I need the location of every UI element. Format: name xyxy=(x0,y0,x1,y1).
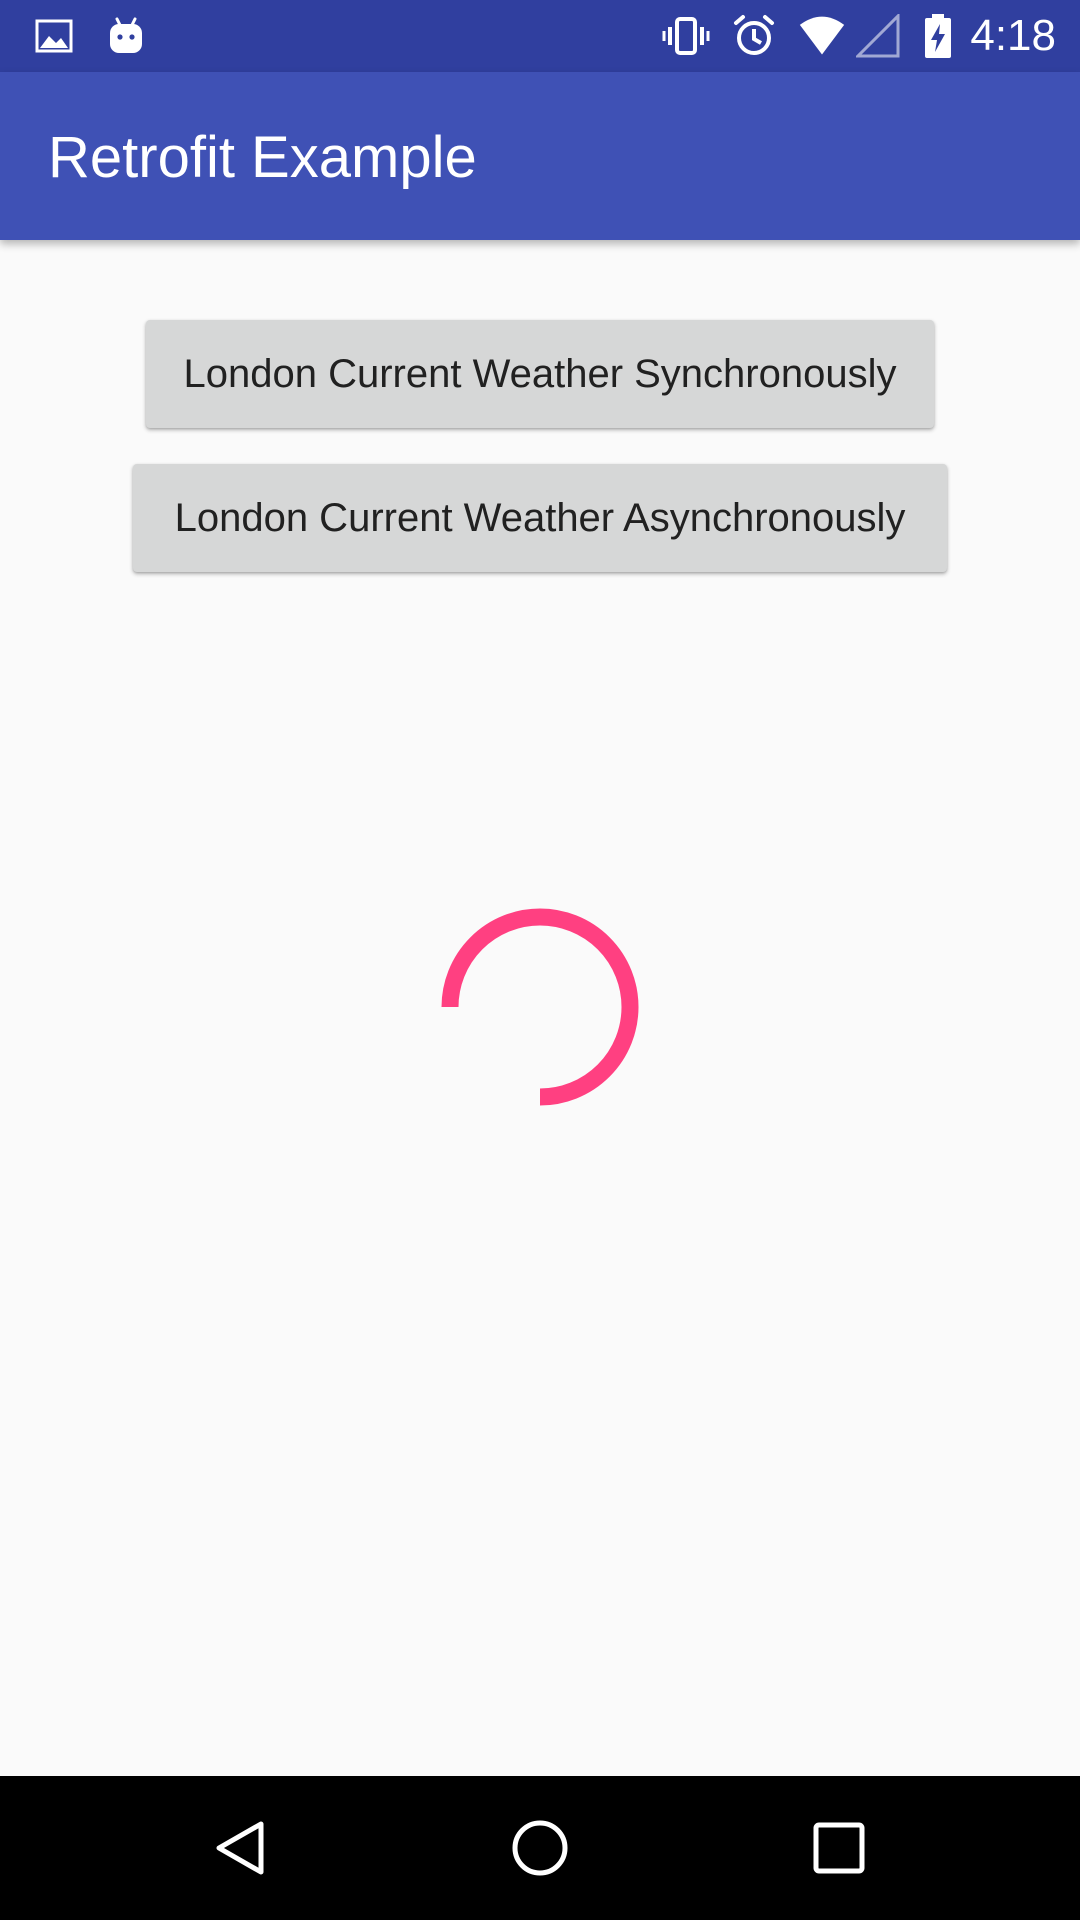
screen: 4:18 Retrofit Example London Current Wea… xyxy=(0,0,1080,1920)
wifi-icon xyxy=(798,12,846,60)
image-notification-icon xyxy=(30,12,78,60)
android-notification-icon xyxy=(102,12,150,60)
london-weather-async-button[interactable]: London Current Weather Asynchronously xyxy=(133,464,947,572)
status-clock: 4:18 xyxy=(970,11,1056,60)
loading-spinner xyxy=(435,902,645,1112)
status-bar: 4:18 xyxy=(0,0,1080,72)
app-bar: Retrofit Example xyxy=(0,72,1080,240)
london-weather-sync-button[interactable]: London Current Weather Synchronously xyxy=(146,320,934,428)
home-icon[interactable] xyxy=(492,1800,588,1896)
recents-icon[interactable] xyxy=(791,1800,887,1896)
cellular-signal-icon xyxy=(854,12,902,60)
alarm-icon xyxy=(730,12,778,60)
back-icon[interactable] xyxy=(193,1800,289,1896)
vibrate-icon xyxy=(662,12,710,60)
navigation-bar xyxy=(0,1776,1080,1920)
battery-charging-icon xyxy=(914,12,962,60)
app-title: Retrofit Example xyxy=(48,125,477,190)
